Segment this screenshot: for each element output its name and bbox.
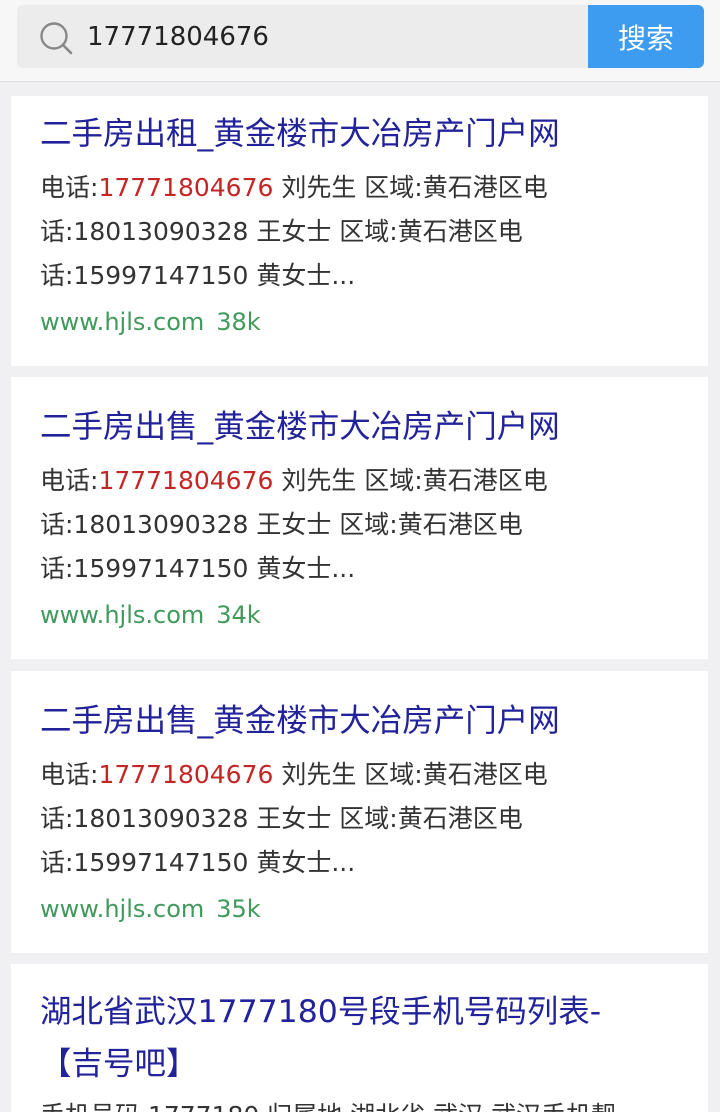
result-meta: www.hjls.com 38k bbox=[40, 307, 679, 337]
result-title-line: 湖北省武汉1777180号段手机号码列表- bbox=[40, 994, 602, 1030]
result-title-link[interactable]: 湖北省武汉1777180号段手机号码列表- 【吉号吧】 bbox=[40, 986, 679, 1090]
result-meta: www.hjls.com 35k bbox=[40, 894, 679, 924]
result-meta: www.hjls.com 34k bbox=[40, 600, 679, 630]
snippet-highlight: 17771804676 bbox=[98, 173, 274, 202]
search-input[interactable] bbox=[87, 5, 577, 68]
snippet-line: 话:15997147150 黄女士... bbox=[40, 848, 356, 877]
snippet-line: 电话:17771804676 刘先生 区域:黄石港区电 bbox=[40, 166, 679, 210]
result-card: 二手房出租_黄金楼市大冶房产门户网 电话:17771804676 刘先生 区域:… bbox=[11, 96, 708, 366]
result-snippet: 手机号码 1777180 归属地 湖北省 武汉 武汉手机靓 bbox=[40, 1094, 679, 1112]
snippet-line: 话:18013090328 王女士 区域:黄石港区电 bbox=[40, 217, 523, 246]
result-card: 二手房出售_黄金楼市大冶房产门户网 电话:17771804676 刘先生 区域:… bbox=[11, 671, 708, 953]
search-bar: 搜索 bbox=[0, 0, 720, 82]
snippet-line: 话:18013090328 王女士 区域:黄石港区电 bbox=[40, 510, 523, 539]
snippet-suffix: 刘先生 区域:黄石港区电 bbox=[273, 466, 548, 495]
snippet-line: 手机号码 1777180 归属地 湖北省 武汉 武汉手机靓 bbox=[40, 1094, 679, 1112]
snippet-suffix: 刘先生 区域:黄石港区电 bbox=[273, 760, 548, 789]
result-snippet: 电话:17771804676 刘先生 区域:黄石港区电 话:1801309032… bbox=[40, 753, 679, 885]
snippet-line: 话:18013090328 王女士 区域:黄石港区电 bbox=[40, 804, 523, 833]
snippet-prefix: 电话: bbox=[40, 760, 99, 789]
result-title-link[interactable]: 二手房出租_黄金楼市大冶房产门户网 bbox=[40, 112, 679, 156]
snippet-line: 话:15997147150 黄女士... bbox=[40, 261, 356, 290]
result-title-line: 【吉号吧】 bbox=[40, 1046, 198, 1082]
result-size: 38k bbox=[216, 308, 261, 336]
result-url: www.hjls.com bbox=[40, 601, 205, 629]
result-title-link[interactable]: 二手房出售_黄金楼市大冶房产门户网 bbox=[40, 699, 679, 743]
search-button[interactable]: 搜索 bbox=[588, 5, 704, 68]
snippet-highlight: 17771804676 bbox=[98, 760, 274, 789]
search-icon bbox=[40, 22, 73, 55]
result-size: 34k bbox=[216, 601, 261, 629]
result-size: 35k bbox=[216, 895, 261, 923]
snippet-line: 话:15997147150 黄女士... bbox=[40, 554, 356, 583]
result-card: 二手房出售_黄金楼市大冶房产门户网 电话:17771804676 刘先生 区域:… bbox=[11, 377, 708, 659]
snippet-prefix: 电话: bbox=[40, 173, 99, 202]
result-snippet: 电话:17771804676 刘先生 区域:黄石港区电 话:1801309032… bbox=[40, 459, 679, 591]
result-snippet: 电话:17771804676 刘先生 区域:黄石港区电 话:1801309032… bbox=[40, 166, 679, 298]
result-url: www.hjls.com bbox=[40, 895, 205, 923]
snippet-suffix: 刘先生 区域:黄石港区电 bbox=[273, 173, 548, 202]
snippet-line: 电话:17771804676 刘先生 区域:黄石港区电 bbox=[40, 753, 679, 797]
snippet-line: 电话:17771804676 刘先生 区域:黄石港区电 bbox=[40, 459, 679, 503]
result-title-link[interactable]: 二手房出售_黄金楼市大冶房产门户网 bbox=[40, 405, 679, 449]
snippet-highlight: 17771804676 bbox=[98, 466, 274, 495]
search-box[interactable] bbox=[17, 5, 589, 68]
result-card: 湖北省武汉1777180号段手机号码列表- 【吉号吧】 手机号码 1777180… bbox=[11, 964, 708, 1112]
snippet-prefix: 电话: bbox=[40, 466, 99, 495]
result-url: www.hjls.com bbox=[40, 308, 205, 336]
